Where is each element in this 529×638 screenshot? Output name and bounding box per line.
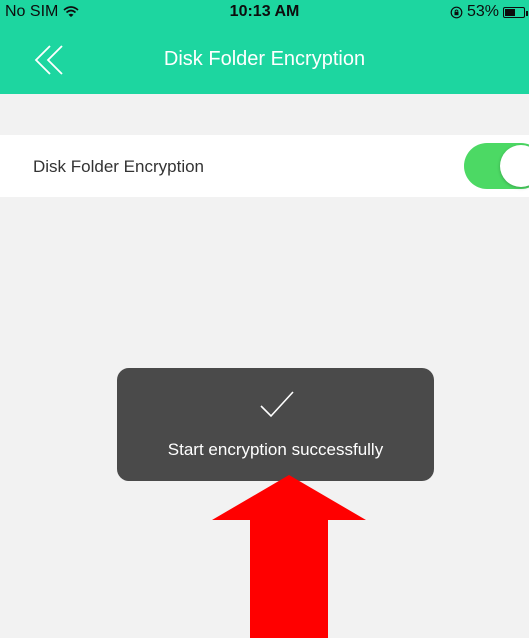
success-toast: Start encryption successfully — [117, 368, 434, 481]
red-up-arrow — [212, 475, 366, 638]
setting-row-disk-folder-encryption: Disk Folder Encryption — [0, 135, 529, 197]
toggle-knob — [500, 145, 529, 187]
checkmark-icon — [260, 391, 294, 418]
encryption-toggle[interactable] — [464, 143, 529, 189]
battery-tip — [526, 10, 528, 16]
battery-icon — [503, 6, 528, 18]
orientation-lock-icon — [450, 6, 463, 18]
toast-message: Start encryption successfully — [167, 440, 384, 459]
page-title: Disk Folder Encryption — [163, 48, 366, 70]
status-bar: No SIM 10:13 AM 53% — [0, 0, 529, 26]
battery-percent: 53% — [466, 3, 499, 20]
app-header: No SIM 10:13 AM 53% Disk Folder Encrypti… — [0, 0, 529, 94]
status-right: 53% — [450, 3, 528, 21]
setting-label: Disk Folder Encryption — [33, 157, 205, 176]
battery-fill — [505, 8, 515, 16]
nav-bar: Disk Folder Encryption — [0, 26, 529, 94]
